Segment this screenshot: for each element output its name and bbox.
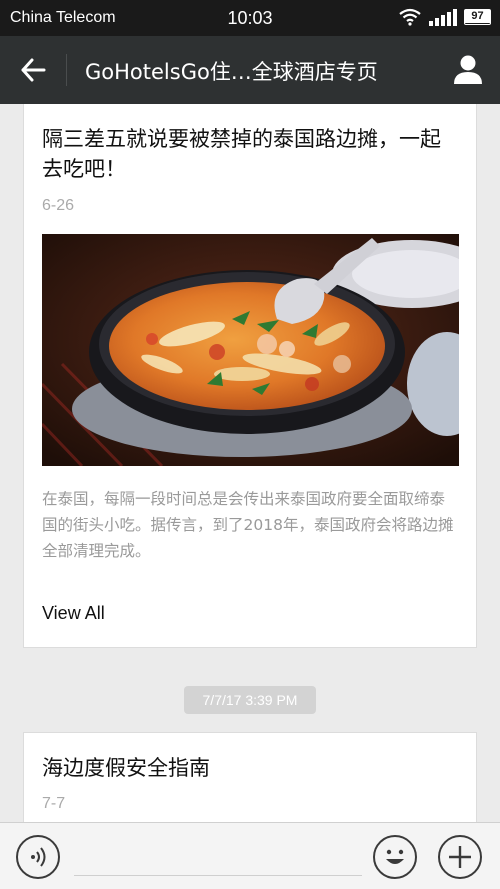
article-title[interactable]: 隔三差五就说要被禁掉的泰国路边摊，一起去吃吧！ [42, 124, 460, 184]
clock: 10:03 [227, 8, 273, 28]
plus-icon [449, 846, 471, 868]
voice-icon [31, 847, 46, 867]
article-title[interactable]: 海边度假安全指南 [42, 753, 460, 783]
arrow-left-icon [21, 58, 46, 82]
signal-icon [429, 9, 457, 26]
battery-icon: 97 [464, 9, 491, 25]
nav-bar: GoHotelsGo住…全球酒店专页 [0, 36, 500, 104]
nav-divider [66, 54, 67, 86]
wifi-icon [399, 8, 421, 26]
article-card[interactable]: 隔三差五就说要被禁掉的泰国路边摊，一起去吃吧！ 6-26 在泰国，每隔一段时间总… [23, 104, 477, 648]
page-title: GoHotelsGo住…全球酒店专页 [85, 60, 378, 84]
article-description: 在泰国，每隔一段时间总是会传出来泰国政府要全面取缔泰国的街头小吃。据传言，到了2… [42, 490, 454, 560]
back-button[interactable] [14, 50, 54, 90]
voice-button[interactable] [16, 835, 60, 879]
message-input[interactable] [74, 875, 362, 876]
timestamp-badge: 7/7/17 3:39 PM [184, 686, 316, 714]
tom-yum-soup-photo [42, 234, 459, 466]
person-icon [454, 55, 482, 84]
add-button[interactable] [438, 835, 482, 879]
article-date: 7-7 [42, 795, 66, 812]
article-image[interactable] [42, 234, 459, 466]
emoji-icon [386, 849, 404, 864]
article-date: 6-26 [42, 197, 75, 214]
emoji-button[interactable] [373, 835, 417, 879]
status-bar: China Telecom 10:03 97 [0, 0, 500, 36]
input-bar [0, 822, 500, 889]
profile-button[interactable] [448, 50, 488, 90]
battery-level: 97 [465, 10, 490, 23]
view-all-link[interactable]: View All [42, 603, 105, 624]
